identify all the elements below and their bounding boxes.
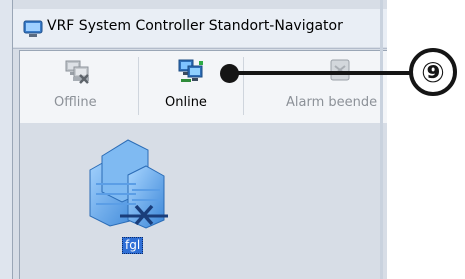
window-left-edge — [0, 0, 13, 279]
site-item[interactable]: fgl — [75, 130, 175, 255]
app-window: VRF System Controller Standort-Navigator… — [7, 0, 387, 279]
online-button[interactable]: Online — [139, 51, 243, 123]
callout-dot — [220, 64, 239, 83]
window-right-edge — [380, 0, 383, 279]
window-title: VRF System Controller Standort-Navigator — [47, 18, 343, 34]
computer-offline-icon — [65, 60, 89, 84]
online-label: Online — [165, 95, 207, 110]
callout-number: ⑨ — [409, 48, 457, 96]
title-bar: VRF System Controller Standort-Navigator — [7, 9, 387, 47]
callout-line — [233, 71, 413, 75]
app-window-icon — [23, 20, 43, 37]
computer-online-icon — [178, 59, 203, 82]
site-label: fgl — [122, 237, 144, 254]
alarm-stop-button[interactable]: Alarm beende — [244, 51, 387, 123]
building-disconnected-icon — [89, 139, 168, 229]
offline-button[interactable]: Offline — [20, 51, 138, 123]
toolbar: Offline Online Alarm beende — [19, 50, 387, 124]
offline-label: Offline — [54, 95, 97, 110]
alarm-stop-label: Alarm beende — [286, 95, 378, 110]
title-divider — [7, 48, 387, 49]
